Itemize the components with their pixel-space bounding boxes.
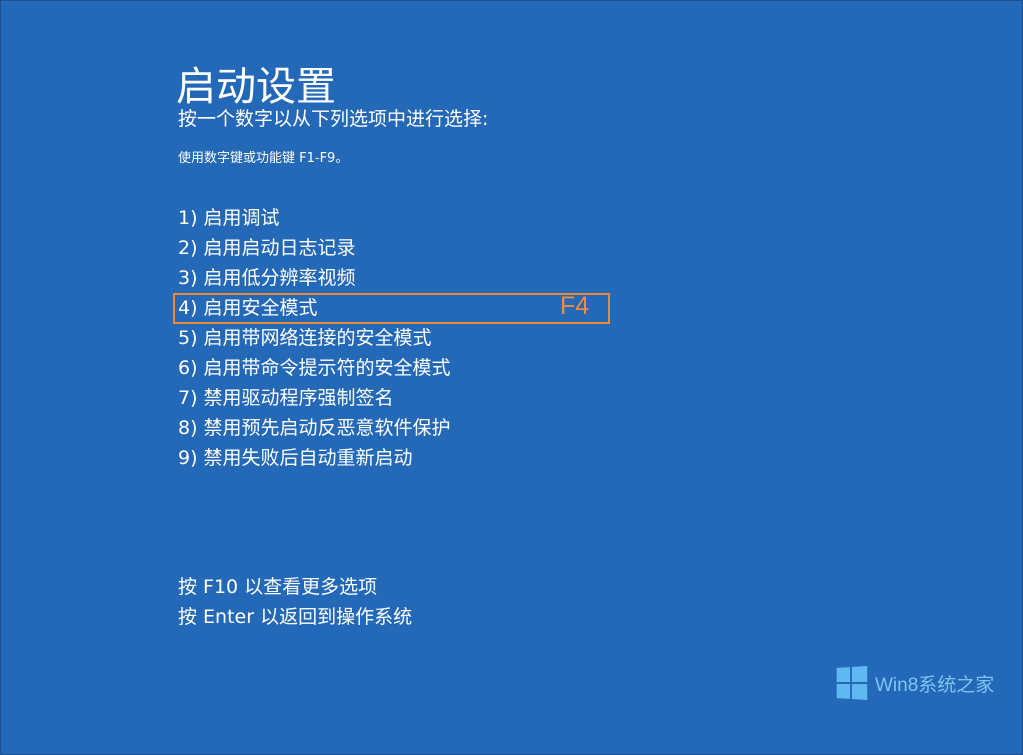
watermark-text: Win8系统之家 — [875, 674, 995, 696]
option-enable-low-resolution-video[interactable]: 3) 启用低分辨率视频 — [178, 263, 451, 293]
watermark: Win8系统之家 — [835, 665, 995, 701]
option-safe-mode-command-prompt[interactable]: 6) 启用带命令提示符的安全模式 — [178, 353, 451, 383]
option-safe-mode-networking[interactable]: 5) 启用带网络连接的安全模式 — [178, 323, 451, 353]
more-options-prompt[interactable]: 按 F10 以查看更多选项 — [178, 572, 412, 602]
option-enable-debugging[interactable]: 1) 启用调试 — [178, 203, 451, 233]
option-enable-boot-logging[interactable]: 2) 启用启动日志记录 — [178, 233, 451, 263]
windows-logo-icon — [836, 665, 868, 701]
screen-frame — [0, 0, 1023, 755]
footer-instructions: 按 F10 以查看更多选项 按 Enter 以返回到操作系统 — [178, 572, 412, 632]
instruction-text: 按一个数字以从下列选项中进行选择: — [178, 108, 489, 130]
option-disable-auto-restart[interactable]: 9) 禁用失败后自动重新启动 — [178, 443, 451, 473]
startup-options-list: 1) 启用调试 2) 启用启动日志记录 3) 启用低分辨率视频 4) 启用安全模… — [178, 203, 451, 473]
option-enable-safe-mode[interactable]: 4) 启用安全模式 — [178, 293, 451, 323]
f4-key-annotation: F4 — [560, 292, 590, 320]
option-disable-driver-signature[interactable]: 7) 禁用驱动程序强制签名 — [178, 383, 451, 413]
option-disable-early-antimalware[interactable]: 8) 禁用预先启动反恶意软件保护 — [178, 413, 451, 443]
return-to-os-prompt[interactable]: 按 Enter 以返回到操作系统 — [178, 602, 412, 632]
hint-text: 使用数字键或功能键 F1-F9。 — [178, 151, 349, 166]
page-title: 启动设置 — [176, 63, 336, 110]
